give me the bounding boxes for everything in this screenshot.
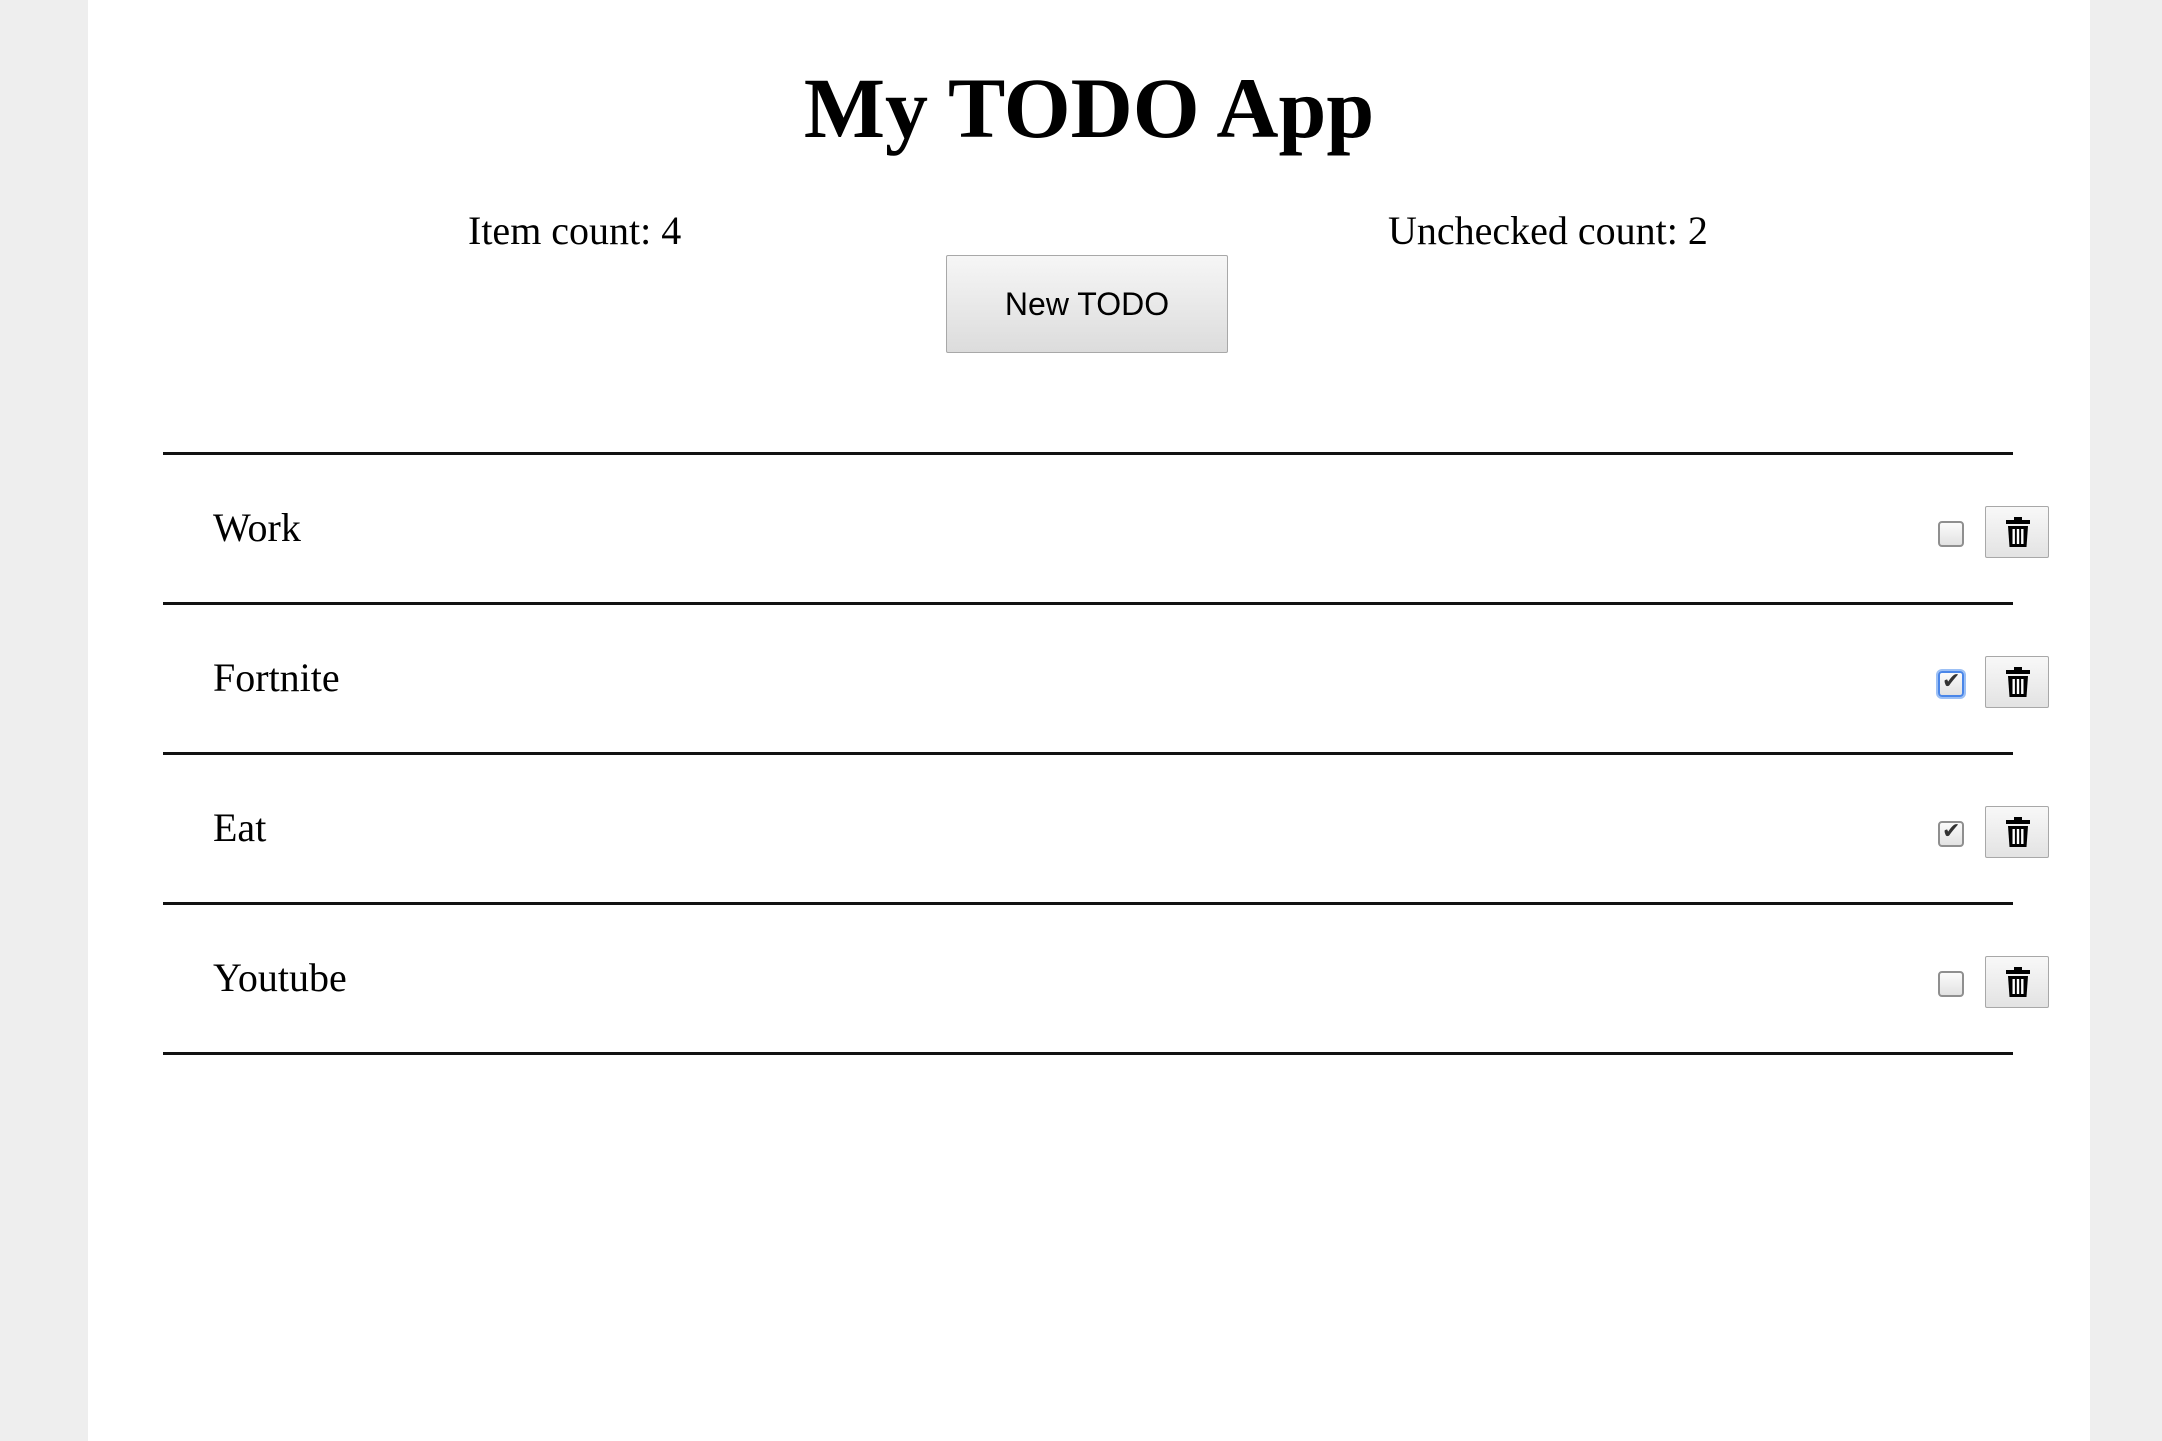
checkmark-icon: ✔ [1942,669,1961,694]
todo-label: Eat [213,805,267,850]
trash-icon [2006,667,2030,697]
delete-button[interactable] [1985,956,2049,1008]
item-count: Item count: 4 [468,208,682,253]
page-container: My TODO App Item count: 4 Unchecked coun… [88,0,2090,1441]
todo-list: Work Fortnite ✔ Eat ✔ Youtube [163,452,2049,1055]
todo-checkbox[interactable] [1938,971,1964,997]
todo-checkbox[interactable]: ✔ [1938,669,1964,697]
todo-item: Work [163,455,2049,605]
todo-label: Work [213,505,301,550]
trash-icon [2006,517,2030,547]
trash-icon [2006,967,2030,997]
todo-item: Youtube [163,905,2049,1055]
page-title: My TODO App [803,60,1375,156]
delete-button[interactable] [1985,806,2049,858]
new-todo-button[interactable]: New TODO [946,255,1228,353]
checkmark-icon: ✔ [1942,819,1961,844]
delete-button[interactable] [1985,506,2049,558]
unchecked-count: Unchecked count: 2 [1388,208,1708,253]
todo-label: Fortnite [213,655,340,700]
trash-icon [2006,817,2030,847]
todo-label: Youtube [213,955,347,1000]
todo-checkbox[interactable] [1938,521,1964,547]
todo-checkbox[interactable]: ✔ [1938,819,1964,847]
todo-item: Eat ✔ [163,755,2049,905]
todo-item: Fortnite ✔ [163,605,2049,755]
delete-button[interactable] [1985,656,2049,708]
